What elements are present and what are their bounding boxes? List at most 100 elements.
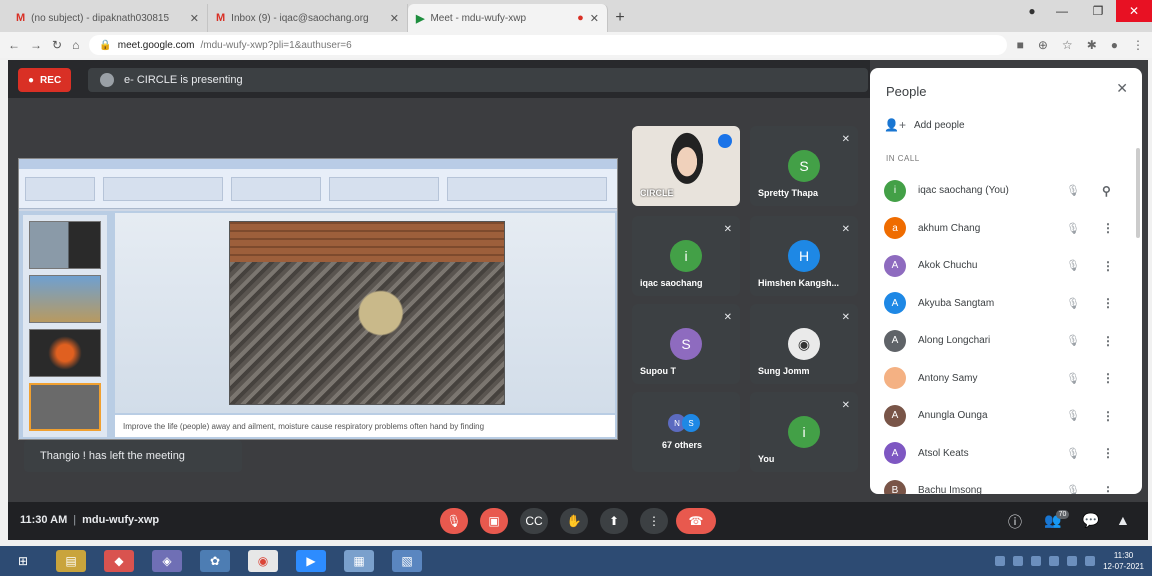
windows-start-icon[interactable]: ⊞ bbox=[8, 550, 38, 572]
file-explorer-icon[interactable]: ▤ bbox=[56, 550, 86, 572]
more-options-icon[interactable]: ⋮ bbox=[1102, 259, 1114, 273]
maximize-button[interactable]: ❐ bbox=[1080, 0, 1116, 22]
more-options-icon[interactable]: ⋮ bbox=[1102, 484, 1114, 494]
reload-icon[interactable]: ↻ bbox=[52, 38, 62, 52]
tray-icon[interactable] bbox=[995, 556, 1006, 566]
app-icon[interactable]: ✿ bbox=[200, 550, 230, 572]
app-icon[interactable]: ▦ bbox=[344, 550, 374, 572]
list-item[interactable]: a akhum Chang 🎙 ⋮ bbox=[870, 210, 1142, 248]
others-avatars: N S bbox=[668, 414, 700, 432]
more-options-icon[interactable]: ⋮ bbox=[1102, 334, 1114, 348]
participant-tile[interactable]: ✕ S Supou T bbox=[632, 304, 740, 384]
taskbar-clock[interactable]: 11:30 12-07-2021 bbox=[1103, 550, 1144, 572]
close-window-button[interactable]: ✕ bbox=[1116, 0, 1152, 22]
person-name: Akok Chuchu bbox=[918, 260, 978, 272]
more-options-icon[interactable]: ⋮ bbox=[1102, 221, 1114, 235]
mic-off-icon: ✕ bbox=[723, 312, 732, 323]
camera-icon[interactable]: ■ bbox=[1017, 38, 1024, 52]
forward-icon[interactable]: → bbox=[30, 38, 42, 52]
participant-tile[interactable]: ✕ ◉ Sung Jomm bbox=[750, 304, 858, 384]
more-options-button[interactable]: ⋮ bbox=[640, 508, 668, 534]
participant-tile[interactable]: ✕ S Spretty Thapa bbox=[750, 126, 858, 206]
list-item[interactable]: A Atsol Keats 🎙 ⋮ bbox=[870, 435, 1142, 473]
close-tab-icon[interactable]: ✕ bbox=[190, 12, 199, 25]
avatar: a bbox=[884, 217, 906, 240]
browser-tab-1[interactable]: M (no subject) - dipaknath030815 ✕ bbox=[8, 4, 208, 32]
list-item[interactable]: i iqac saochang (You) 🎙 ⚲ bbox=[870, 172, 1142, 210]
address-bar-row: ← → ↻ ⌂ 🔒 meet.google.com/mdu-wufy-xwp?p… bbox=[0, 32, 1152, 58]
tab-title: Meet - mdu-wufy-xwp bbox=[430, 12, 527, 24]
volume-icon[interactable] bbox=[1085, 556, 1096, 566]
participant-tile[interactable]: ✕ H Himshen Kangsh... bbox=[750, 216, 858, 296]
zoom-icon[interactable]: ⊕ bbox=[1038, 38, 1048, 52]
person-name: iqac saochang (You) bbox=[918, 185, 1009, 197]
clock-time: 11:30 bbox=[1113, 551, 1134, 560]
people-icon[interactable]: 👥 70 bbox=[1044, 510, 1070, 529]
more-options-icon[interactable]: ⋮ bbox=[1102, 371, 1114, 385]
star-icon[interactable]: ☆ bbox=[1062, 38, 1073, 52]
more-icon[interactable]: ⋮ bbox=[1132, 38, 1144, 52]
app-icon[interactable]: ◈ bbox=[152, 550, 182, 572]
tray-icon[interactable] bbox=[1013, 556, 1024, 566]
person-name: Antony Samy bbox=[918, 372, 978, 384]
minimize-button[interactable]: — bbox=[1044, 0, 1080, 22]
browser-tab-3[interactable]: ▶ Meet - mdu-wufy-xwp ● ✕ bbox=[408, 4, 608, 32]
present-button[interactable]: ⬆ bbox=[600, 508, 628, 534]
people-list: i iqac saochang (You) 🎙 ⚲ a akhum Chang … bbox=[870, 172, 1142, 494]
activities-icon[interactable]: ▲ bbox=[1116, 512, 1130, 528]
participant-tile-you[interactable]: ✕ i You bbox=[750, 392, 858, 472]
new-tab-button[interactable]: + bbox=[608, 4, 632, 32]
app-icon[interactable]: ◆ bbox=[104, 550, 134, 572]
network-icon[interactable] bbox=[1067, 556, 1078, 566]
home-icon[interactable]: ⌂ bbox=[72, 38, 79, 52]
tray-icon[interactable] bbox=[1031, 556, 1042, 566]
profile-dot-icon[interactable]: ● bbox=[1020, 0, 1044, 22]
browser-tab-2[interactable]: M Inbox (9) - iqac@saochang.org ✕ bbox=[208, 4, 408, 32]
add-people-button[interactable]: 👤+ Add people bbox=[884, 118, 965, 132]
close-tab-icon[interactable]: ✕ bbox=[390, 12, 399, 25]
participant-tile[interactable]: ✕ i iqac saochang bbox=[632, 216, 740, 296]
current-slide bbox=[115, 213, 615, 413]
info-icon[interactable]: ⓘ bbox=[1008, 512, 1022, 532]
meeting-code: mdu-wufy-xwp bbox=[82, 514, 160, 526]
list-item[interactable]: A Anungla Ounga 🎙 ⋮ bbox=[870, 397, 1142, 435]
tray-icon[interactable] bbox=[1049, 556, 1060, 566]
chat-icon[interactable]: 💬 bbox=[1082, 512, 1099, 529]
list-item[interactable]: B Bachu Imsong 🎙 ⋮ bbox=[870, 472, 1142, 494]
chrome-icon[interactable]: ◉ bbox=[248, 550, 278, 572]
participant-tile-self[interactable]: CIRCLE bbox=[632, 126, 740, 206]
app-icon[interactable]: ▧ bbox=[392, 550, 422, 572]
raise-hand-button[interactable]: ✋ bbox=[560, 508, 588, 534]
close-tab-icon[interactable]: ✕ bbox=[590, 12, 599, 25]
close-icon[interactable]: ✕ bbox=[1116, 80, 1128, 97]
others-tile[interactable]: N S 67 others bbox=[632, 392, 740, 472]
mic-off-icon: ✕ bbox=[841, 134, 850, 145]
participant-name: iqac saochang bbox=[640, 278, 703, 288]
list-item[interactable]: A Along Longchari 🎙 ⋮ bbox=[870, 322, 1142, 360]
avatar: A bbox=[884, 254, 906, 277]
camera-toggle-button[interactable]: ▣ bbox=[480, 508, 508, 534]
mic-off-icon: 🎙 bbox=[1066, 485, 1080, 494]
list-item[interactable]: Antony Samy 🎙 ⋮ bbox=[870, 360, 1142, 398]
more-options-icon[interactable]: ⋮ bbox=[1102, 409, 1114, 423]
url-input[interactable]: 🔒 meet.google.com/mdu-wufy-xwp?pli=1&aut… bbox=[89, 35, 1007, 55]
leave-call-button[interactable]: ☎ bbox=[676, 508, 716, 534]
back-icon[interactable]: ← bbox=[8, 38, 20, 52]
list-item[interactable]: A Akyuba Sangtam 🎙 ⋮ bbox=[870, 285, 1142, 323]
avatar-icon[interactable]: ● bbox=[1111, 38, 1118, 52]
list-item[interactable]: A Akok Chuchu 🎙 ⋮ bbox=[870, 247, 1142, 285]
ribbon-group bbox=[447, 177, 607, 201]
mic-toggle-button[interactable]: 🎙 bbox=[440, 508, 468, 534]
pin-icon[interactable]: ⚲ bbox=[1102, 184, 1111, 198]
captions-button[interactable]: CC bbox=[520, 508, 548, 534]
meeting-time: 11:30 AM bbox=[20, 514, 68, 526]
slide-thumbnail-selected bbox=[29, 383, 101, 431]
more-options-icon[interactable]: ⋮ bbox=[1102, 446, 1114, 460]
more-options-icon[interactable]: ⋮ bbox=[1102, 296, 1114, 310]
photo-avatar bbox=[884, 367, 906, 390]
ppt-title-bar bbox=[19, 159, 617, 169]
participant-name: Sung Jomm bbox=[758, 366, 810, 376]
extensions-icon[interactable]: ✱ bbox=[1087, 38, 1097, 52]
others-count: 67 others bbox=[662, 440, 703, 450]
zoom-app-icon[interactable]: ▶ bbox=[296, 550, 326, 572]
